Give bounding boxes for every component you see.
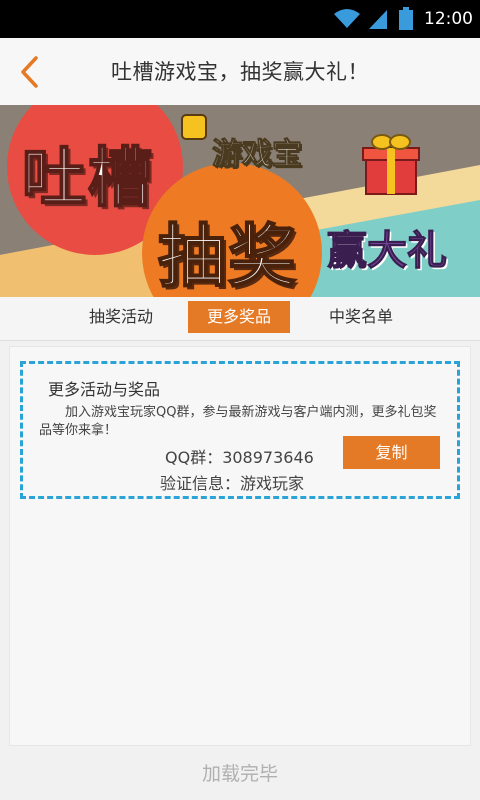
card-heading: 更多活动与奖品 (48, 380, 161, 399)
load-status: 加载完毕 (201, 763, 278, 785)
info-card: 更多活动与奖品 加入游戏宝玩家QQ群，参与最新游戏与客户端内测，更多礼包奖品等你… (20, 361, 460, 499)
promo-banner: 吐槽 游戏宝 抽奖 赢大礼 (0, 105, 480, 297)
banner-word-tucao: 吐槽 (21, 141, 154, 217)
content-panel: 更多活动与奖品 加入游戏宝玩家QQ群，参与最新游戏与客户端内测，更多礼包奖品等你… (9, 346, 471, 746)
title-bar: 吐槽游戏宝，抽奖赢大礼！ (0, 38, 480, 107)
page-title: 吐槽游戏宝，抽奖赢大礼！ (111, 60, 369, 84)
cell-signal-icon (367, 8, 389, 34)
banner-word-app: 游戏宝 (212, 137, 303, 173)
verify-info: 验证信息：游戏玩家 (160, 474, 305, 493)
tab-lottery[interactable]: 抽奖活动 (72, 301, 170, 333)
tab-winners[interactable]: 中奖名单 (310, 301, 412, 333)
wifi-icon (333, 7, 361, 33)
gift-box-icon (360, 130, 422, 200)
back-button[interactable] (8, 48, 52, 96)
card-description: 加入游戏宝玩家QQ群，参与最新游戏与客户端内测，更多礼包奖品等你来拿！ (39, 405, 437, 438)
qq-group-number: QQ群：308973646 (165, 448, 314, 467)
clock: 12:00 (424, 9, 473, 29)
copy-button[interactable]: 复制 (343, 436, 440, 469)
status-bar: 12:00 (0, 0, 480, 38)
banner-word-prize: 赢大礼 (327, 228, 448, 275)
rabbit-logo-icon (181, 114, 207, 140)
tab-bar: 抽奖活动 更多奖品 中奖名单 (0, 297, 480, 341)
chevron-left-icon (8, 56, 52, 100)
banner-word-lottery: 抽奖 (157, 217, 299, 297)
tab-more-prizes[interactable]: 更多奖品 (188, 301, 290, 333)
battery-icon (399, 7, 413, 35)
